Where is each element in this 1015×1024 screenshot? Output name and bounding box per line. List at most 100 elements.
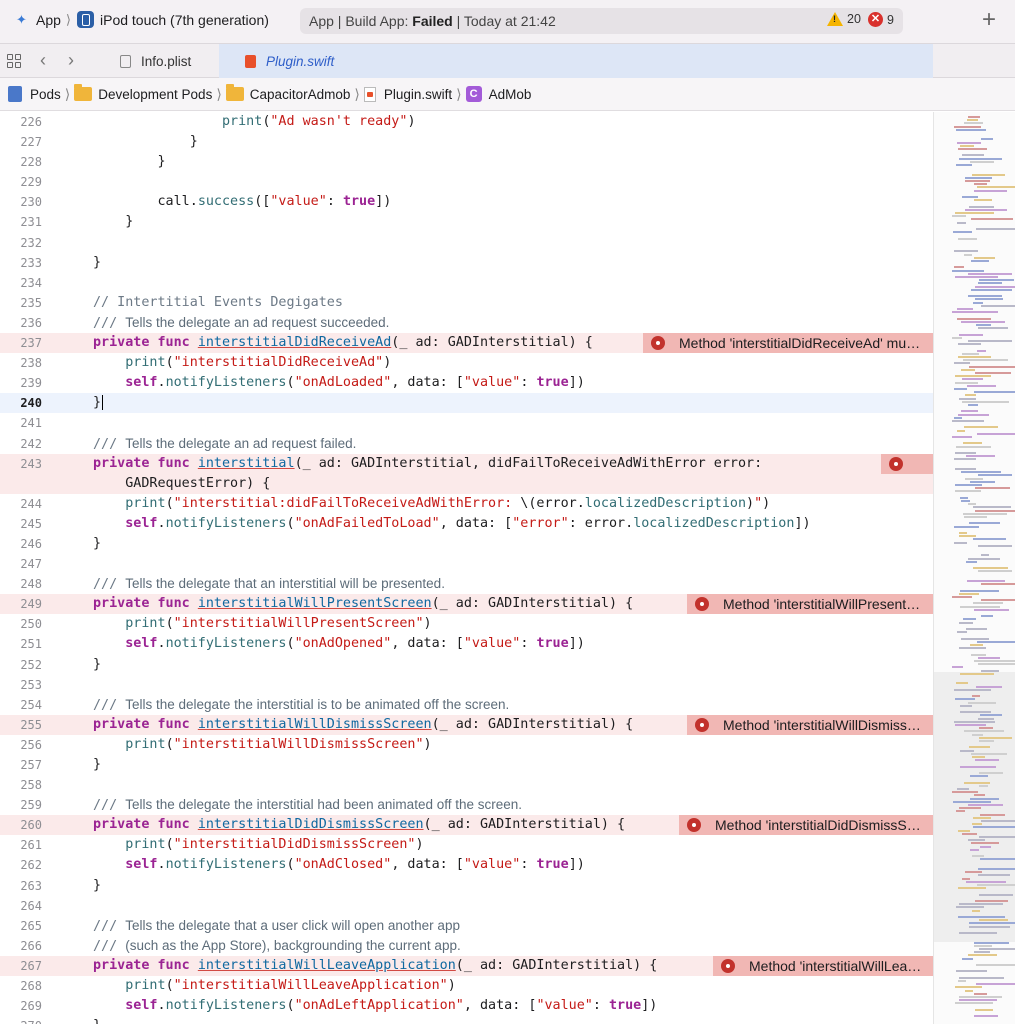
code-text[interactable]: private func interstitialWillLeaveApplic… [93, 956, 657, 976]
code-text[interactable]: self.notifyListeners("onAdLeftApplicatio… [93, 996, 657, 1016]
code-text[interactable]: private func interstitial(_ ad: GADInter… [93, 454, 762, 474]
scheme-name[interactable]: App [36, 12, 61, 28]
code-text[interactable]: } [93, 152, 165, 172]
code-text[interactable]: self.notifyListeners("onAdLoaded", data:… [93, 373, 585, 393]
error-code-line[interactable]: 237 private func interstitialDidReceiveAd… [0, 333, 933, 354]
code-line[interactable]: 236 /// Tells the delegate an ad request … [0, 313, 933, 333]
code-line[interactable]: 250 print("interstitialWillPresentScreen… [0, 614, 933, 634]
code-text[interactable]: private func interstitialDidDismissScree… [93, 815, 625, 835]
code-line[interactable]: 233} [0, 253, 933, 273]
error-code-line[interactable]: 249 private func interstitialWillPresentS… [0, 594, 933, 615]
error-code-line[interactable]: 255 private func interstitialWillDismissS… [0, 714, 933, 735]
error-code-line[interactable]: 267 private func interstitialWillLeaveApp… [0, 955, 933, 977]
code-text[interactable]: // Intertitial Events Degigates [93, 293, 343, 313]
error-annotation-badge[interactable]: Method 'interstitialDidReceiveAd' mu… [643, 333, 933, 354]
breadcrumb-plugin-swift[interactable]: Plugin.swift [363, 86, 452, 102]
code-line[interactable]: 252} [0, 655, 933, 675]
code-line[interactable]: 251 self.notifyListeners("onAdOpened", d… [0, 634, 933, 654]
code-text[interactable]: } [93, 253, 101, 273]
code-text[interactable]: /// Tells the delegate the interstitial … [93, 795, 522, 816]
code-text[interactable]: } [93, 534, 101, 554]
related-items-icon[interactable] [7, 54, 21, 68]
code-text[interactable]: /// Tells the delegate an ad request fai… [93, 434, 356, 455]
back-chevron-icon[interactable]: ‹ [40, 50, 46, 71]
code-text[interactable]: private func interstitialWillDismissScre… [93, 715, 633, 735]
error-code-line[interactable]: 260 private func interstitialDidDismissSc… [0, 815, 933, 836]
code-text[interactable]: } [93, 393, 104, 413]
code-line[interactable]: 231 } [0, 212, 933, 232]
code-line[interactable]: 246} [0, 534, 933, 554]
code-text[interactable]: } [93, 655, 101, 675]
code-text[interactable]: /// Tells the delegate an ad request suc… [93, 313, 389, 334]
code-line[interactable]: 269 self.notifyListeners("onAdLeftApplic… [0, 996, 933, 1016]
code-text[interactable]: self.notifyListeners("onAdClosed", data:… [93, 855, 585, 875]
code-line[interactable]: 238 print("interstitialDidReceiveAd") [0, 353, 933, 373]
add-library-button[interactable]: + [982, 6, 996, 34]
error-indicator[interactable]: ✕ 9 [868, 12, 894, 27]
code-line[interactable]: 270} [0, 1016, 933, 1024]
code-line[interactable]: 227 } [0, 132, 933, 152]
source-editor[interactable]: 226 print("Ad wasn't ready") 227 } 228 } 22… [0, 112, 933, 1024]
code-text[interactable]: print("interstitialWillLeaveApplication"… [93, 976, 456, 996]
code-line[interactable]: 261 print("interstitialDidDismissScreen"… [0, 835, 933, 855]
code-line[interactable]: 247 [0, 554, 933, 574]
code-text[interactable]: print("Ad wasn't ready") [93, 112, 416, 132]
code-line[interactable]: 268 print("interstitialWillLeaveApplicat… [0, 976, 933, 996]
code-text[interactable]: print("interstitialWillDismissScreen") [93, 735, 431, 755]
code-text[interactable]: /// Tells the delegate that a user click… [93, 916, 460, 937]
code-text[interactable]: GADRequestError) { [93, 474, 270, 494]
code-line[interactable]: 253 [0, 675, 933, 695]
error-code-line[interactable]: 243 private func interstitial(_ ad: GADIn… [0, 453, 933, 474]
error-code-line[interactable]: GADRequestError) { [0, 473, 933, 494]
code-line[interactable]: 263} [0, 876, 933, 896]
error-annotation-badge[interactable] [881, 453, 933, 474]
code-text[interactable]: private func interstitialWillPresentScre… [93, 594, 633, 614]
warning-indicator[interactable]: 20 [827, 12, 861, 26]
code-line[interactable]: 256 print("interstitialWillDismissScreen… [0, 735, 933, 755]
error-annotation-badge[interactable]: Method 'interstitialWillLea… [713, 955, 933, 976]
breadcrumb-capacitoradmob[interactable]: CapacitorAdmob [225, 84, 350, 102]
code-text[interactable]: /// Tells the delegate that an interstit… [93, 574, 445, 595]
breadcrumb-pods[interactable]: Pods [8, 86, 61, 102]
activity-viewer[interactable]: App | Build App: Failed | Today at 21:42… [300, 8, 903, 34]
code-text[interactable]: print("interstitial:didFailToReceiveAdWi… [93, 494, 770, 514]
code-line[interactable]: 240} [0, 393, 933, 414]
code-text[interactable]: self.notifyListeners("onAdOpened", data:… [93, 634, 585, 654]
code-line[interactable]: 257} [0, 755, 933, 775]
code-line[interactable]: 229 [0, 172, 933, 192]
error-annotation-badge[interactable]: Method 'interstitialWillPresent… [687, 594, 933, 615]
code-text[interactable]: print("interstitialDidReceiveAd") [93, 353, 391, 373]
code-line[interactable]: 244 print("interstitial:didFailToReceive… [0, 494, 933, 514]
code-line[interactable]: 245 self.notifyListeners("onAdFailedToLo… [0, 514, 933, 534]
code-text[interactable]: /// Tells the delegate the interstitial … [93, 695, 509, 716]
code-line[interactable]: 232 [0, 233, 933, 253]
code-text[interactable]: print("interstitialDidDismissScreen") [93, 835, 423, 855]
tab-info-plist[interactable]: Info.plist [106, 44, 219, 78]
minimap[interactable] [933, 112, 1015, 1024]
code-text[interactable]: } [93, 212, 133, 232]
code-text[interactable]: /// (such as the App Store), backgroundi… [93, 936, 461, 957]
breadcrumb-admob[interactable]: C AdMob [465, 86, 531, 102]
error-annotation-badge[interactable]: Method 'interstitialDidDismissS… [679, 815, 933, 836]
code-line[interactable]: 230 call.success(["value": true]) [0, 192, 933, 212]
run-destination[interactable]: iPod touch (7th generation) [100, 12, 269, 28]
scheme-selector[interactable]: ✦ App ⟩ iPod touch (7th generation) [16, 11, 269, 28]
code-line[interactable]: 226 print("Ad wasn't ready") [0, 112, 933, 132]
code-text[interactable]: self.notifyListeners("onAdFailedToLoad",… [93, 514, 810, 534]
error-annotation-badge[interactable]: Method 'interstitialWillDismiss… [687, 714, 933, 735]
tab-plugin-swift[interactable]: Plugin.swift [219, 44, 933, 78]
code-line[interactable]: 262 self.notifyListeners("onAdClosed", d… [0, 855, 933, 875]
breadcrumb-development-pods[interactable]: Development Pods [74, 84, 212, 102]
code-line[interactable]: 259 /// Tells the delegate the interstiti… [0, 795, 933, 815]
code-text[interactable]: } [93, 132, 198, 152]
code-text[interactable]: call.success(["value": true]) [93, 192, 391, 212]
code-line[interactable]: 258 [0, 775, 933, 795]
code-line[interactable]: 265 /// Tells the delegate that a user cl… [0, 916, 933, 936]
code-line[interactable]: 264 [0, 896, 933, 916]
forward-chevron-icon[interactable]: › [68, 50, 74, 71]
code-line[interactable]: 239 self.notifyListeners("onAdLoaded", d… [0, 373, 933, 393]
code-text[interactable]: } [93, 1016, 101, 1024]
code-line[interactable]: 266 /// (such as the App Store), backgrou… [0, 936, 933, 956]
code-line[interactable]: 242 /// Tells the delegate an ad request … [0, 434, 933, 454]
code-text[interactable]: private func interstitialDidReceiveAd(_ … [93, 333, 593, 353]
